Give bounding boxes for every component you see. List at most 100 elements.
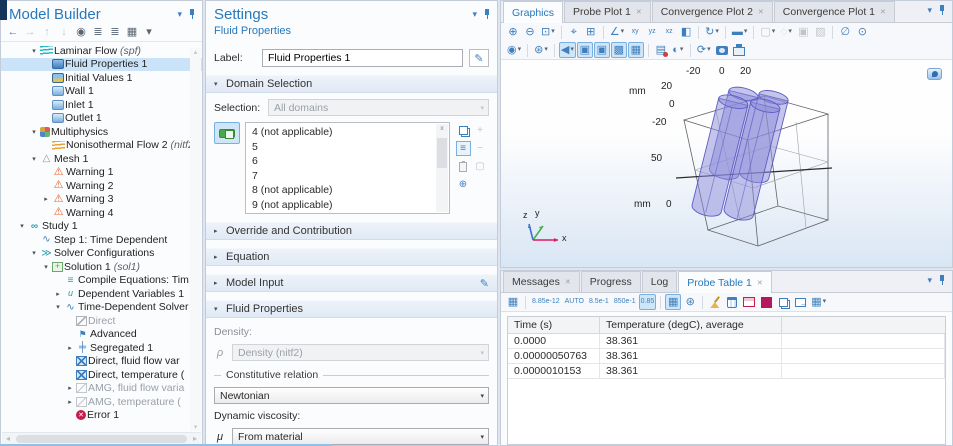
edit-model-input-icon[interactable]: ✎ xyxy=(480,277,489,290)
plot-window-icon[interactable] xyxy=(927,68,942,80)
pin-icon[interactable] xyxy=(188,9,196,20)
table-tool-decimal-notation[interactable]: 0.85 xyxy=(639,294,657,310)
selection-tool-clear-selection[interactable]: ▢ xyxy=(473,159,488,174)
mb-tool-move-down[interactable]: ↓ xyxy=(56,24,72,40)
domain-list-item[interactable]: 5 xyxy=(246,140,435,155)
tree-item-dependent-variables-1[interactable]: ▸ Dependent Variables 1 xyxy=(1,287,202,301)
section-collapse-icon[interactable]: ▾ xyxy=(214,80,226,88)
tree-item-direct-temperature[interactable]: Direct, temperature ( xyxy=(1,368,202,382)
rename-button[interactable]: ✎ xyxy=(469,49,489,67)
gfx-tool-image-effects[interactable]: ⊛▾ xyxy=(532,42,550,58)
tree-item-outlet-1[interactable]: Outlet 1 xyxy=(1,112,202,126)
mb-tool-expand-all[interactable]: ≣ xyxy=(107,24,123,40)
pin-icon[interactable] xyxy=(483,9,491,20)
gfx-tool-view-orientation[interactable]: ∠▾ xyxy=(608,24,626,40)
table-tool-table-format[interactable]: ▦ xyxy=(505,294,521,310)
tree-item-warning-2[interactable]: Warning 2 xyxy=(1,179,202,193)
tree-item-nonisothermal-flow-2[interactable]: Nonisothermal Flow 2 (nitf2 xyxy=(1,139,202,153)
tab-probe-plot-1[interactable]: Probe Plot 1 ✕ xyxy=(564,1,651,22)
dropdown-arrow[interactable]: ▾ xyxy=(744,24,748,40)
selection-tool-remove-from-selection[interactable]: − xyxy=(473,141,488,156)
expander-icon[interactable]: ▾ xyxy=(17,222,27,230)
domain-list-item[interactable]: 6 xyxy=(246,154,435,169)
close-tab-icon[interactable]: ✕ xyxy=(758,8,764,16)
column-header-time[interactable]: Time (s) xyxy=(508,317,600,333)
scroll-up-icon[interactable]: ▴ xyxy=(190,48,201,56)
panel-menu-icon[interactable]: ▾ xyxy=(472,9,477,20)
tree-horizontal-scrollbar[interactable]: ◂ ▸ xyxy=(2,432,201,444)
gfx-tool-view-yz[interactable]: yz xyxy=(644,24,660,40)
tree-item-time-dependent-solver[interactable]: ▾ Time-Dependent Solver xyxy=(1,301,202,315)
tree-item-direct[interactable]: Direct xyxy=(1,314,202,328)
expander-icon[interactable]: ▸ xyxy=(65,398,75,406)
pin-icon[interactable] xyxy=(938,5,946,16)
expander-icon[interactable]: ▸ xyxy=(41,195,51,203)
panel-menu-icon[interactable]: ▾ xyxy=(177,9,182,20)
gfx-tool-deselect-box[interactable]: ▣ xyxy=(795,24,811,40)
dropdown-arrow[interactable]: ▾ xyxy=(621,24,625,40)
table-tool-plot-color[interactable] xyxy=(758,294,774,310)
expander-icon[interactable]: ▾ xyxy=(53,303,63,311)
section-domain-selection[interactable]: ▾ Domain Selection xyxy=(206,75,497,93)
expander-icon[interactable]: ▾ xyxy=(29,128,39,136)
constitutive-dropdown[interactable]: Newtonian ▾ xyxy=(214,387,489,404)
tree-vertical-scrollbar[interactable]: ▴ ▾ xyxy=(190,48,201,431)
close-tab-icon[interactable]: ✕ xyxy=(757,279,763,287)
dropdown-arrow[interactable]: ▾ xyxy=(772,24,776,40)
tree-item-fluid-properties-1[interactable]: Fluid Properties 1 xyxy=(1,58,202,72)
selection-tool-zoom-to-selection[interactable]: ⊕ xyxy=(456,177,471,192)
panel-menu-icon[interactable]: ▾ xyxy=(927,5,932,16)
gfx-tool-show-grid[interactable]: ▦ xyxy=(628,42,644,58)
tree-item-direct-fluid-flow[interactable]: Direct, fluid flow var xyxy=(1,355,202,369)
gfx-tool-show-material-color[interactable]: ▩ xyxy=(611,42,627,58)
gfx-tool-show-skybox[interactable]: ▣ xyxy=(594,42,610,58)
close-tab-icon[interactable]: ✕ xyxy=(880,8,886,16)
section-expand-icon[interactable]: ▸ xyxy=(214,227,226,235)
table-row[interactable]: 0.0000 38.361 xyxy=(508,334,945,349)
table-row[interactable]: 0.0000010153 38.361 xyxy=(508,364,945,379)
mb-tool-go-back[interactable]: ← xyxy=(5,24,21,40)
dropdown-arrow[interactable]: ▾ xyxy=(715,24,719,40)
gfx-tool-update-plot[interactable]: ⟳▾ xyxy=(695,42,713,58)
gfx-tool-zoom-out[interactable]: ⊖ xyxy=(522,24,538,40)
expander-icon[interactable]: ▾ xyxy=(29,155,39,163)
domain-list-item[interactable]: 7 xyxy=(246,169,435,184)
graphics-canvas[interactable]: -20 0 20 mm 20 0 -20 50 mm 0 xyxy=(501,60,952,267)
gfx-tool-view-xy[interactable]: xy xyxy=(627,24,643,40)
gfx-tool-zoom-to-selection[interactable]: ⊞ xyxy=(583,24,599,40)
gfx-tool-deselect-lasso[interactable]: ▨ xyxy=(812,24,828,40)
table-tool-full-view[interactable]: ⊛ xyxy=(682,294,698,310)
tree-item-inlet-1[interactable]: Inlet 1 xyxy=(1,98,202,112)
mb-tool-collapse-all[interactable]: ≣ xyxy=(90,24,106,40)
selection-tool-add-to-selection[interactable]: + xyxy=(473,123,488,138)
expander-icon[interactable]: ▾ xyxy=(29,249,39,257)
tab-probe-table-1[interactable]: Probe Table 1 ✕ xyxy=(678,271,771,293)
gfx-tool-scene-light[interactable]: ◀▾ xyxy=(559,42,576,58)
tree-item-warning-3[interactable]: ▸ Warning 3 xyxy=(1,193,202,207)
table-tool-full-precision[interactable]: 8.85e-12 xyxy=(530,294,562,310)
tree-item-solver-configurations[interactable]: ▾ Solver Configurations xyxy=(1,247,202,261)
scroll-down-icon[interactable]: ▾ xyxy=(436,124,448,132)
tab-progress[interactable]: Progress xyxy=(581,271,641,292)
expander-icon[interactable]: ▸ xyxy=(65,384,75,392)
tree-item-advanced[interactable]: Advanced xyxy=(1,328,202,342)
section-override[interactable]: ▸ Override and Contribution xyxy=(206,222,497,240)
tab-messages[interactable]: Messages ✕ xyxy=(503,271,580,292)
tree-item-wall-1[interactable]: Wall 1 xyxy=(1,85,202,99)
model-geometry[interactable] xyxy=(656,82,846,267)
gfx-tool-scene-settings[interactable]: ▬▾ xyxy=(730,24,750,40)
tree-item-solution-1[interactable]: ▾ Solution 1 (sol1) xyxy=(1,260,202,274)
section-equation[interactable]: ▸ Equation xyxy=(206,248,497,266)
gfx-tool-select-box[interactable]: ▢▾ xyxy=(758,24,777,40)
gfx-tool-snapshot[interactable] xyxy=(714,42,730,58)
tab-convergence-plot-2[interactable]: Convergence Plot 2 ✕ xyxy=(652,1,773,22)
tree-item-step-1-time-dependent[interactable]: Step 1: Time Dependent xyxy=(1,233,202,247)
tree-item-multiphysics[interactable]: ▾ Multiphysics xyxy=(1,125,202,139)
tree-item-segregated-1[interactable]: ▸ Segregated 1 xyxy=(1,341,202,355)
table-tool-export-table[interactable] xyxy=(792,294,808,310)
table-tool-scientific-notation[interactable]: 8.5e-1 xyxy=(587,294,611,310)
table-tool-automatic-notation[interactable]: AUTO xyxy=(563,294,586,310)
section-model-input[interactable]: ▸ Model Input ✎ xyxy=(206,274,497,292)
expander-icon[interactable]: ▾ xyxy=(41,263,51,271)
table-tool-update-table[interactable] xyxy=(741,294,757,310)
